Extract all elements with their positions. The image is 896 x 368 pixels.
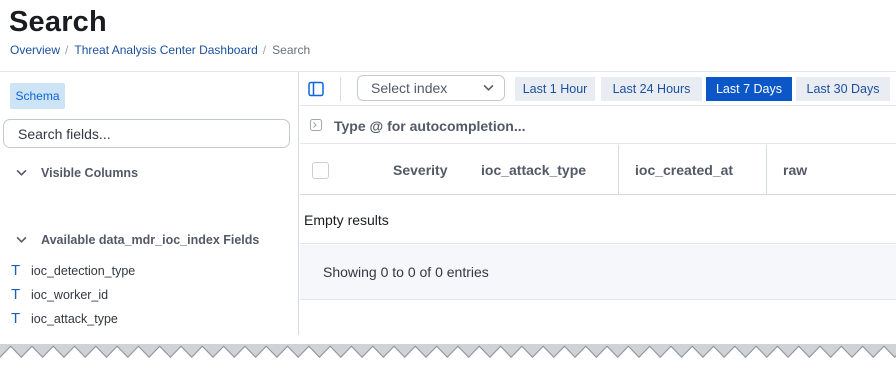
column-header-raw[interactable]: raw [783,145,807,195]
column-header-ioc-attack-type[interactable]: ioc_attack_type [481,145,586,195]
field-item-ioc-attack-type[interactable]: T ioc_attack_type [11,310,118,327]
query-bar [300,107,896,144]
toolbar-divider [340,77,341,101]
time-range-last-24-hours[interactable]: Last 24 Hours [601,77,702,101]
index-select-placeholder: Select index [371,80,448,96]
field-name: ioc_worker_id [31,287,109,302]
schema-tab[interactable]: Schema [10,83,65,109]
available-fields-label: Available data_mdr_ioc_index Fields [41,233,260,247]
table-footer-entries: Showing 0 to 0 of 0 entries [300,245,896,300]
column-header-ioc-created-at[interactable]: ioc_created_at [635,145,733,195]
breadcrumb-threat-analysis-center-dashboard[interactable]: Threat Analysis Center Dashboard [74,43,257,57]
time-range-last-1-hour[interactable]: Last 1 Hour [515,77,595,101]
console-prompt-icon [310,119,322,131]
breadcrumb-current-search: Search [272,43,311,57]
torn-edge-divider [0,344,896,368]
schema-sidebar: Schema Visible Columns Available data_md… [0,72,299,335]
chevron-down-icon [483,85,494,91]
empty-results-message: Empty results [300,196,896,244]
visible-columns-toggle[interactable]: Visible Columns [16,166,138,180]
field-item-ioc-worker-id[interactable]: T ioc_worker_id [11,286,108,303]
text-type-icon: T [11,286,21,303]
page-title: Search [9,6,107,38]
sidebar-toggle-icon[interactable] [308,81,324,97]
table-header: Severity ioc_attack_type ioc_created_at … [300,145,896,195]
results-panel: Select index Last 1 Hour Last 24 Hours L… [300,72,896,335]
search-toolbar: Select index Last 1 Hour Last 24 Hours L… [300,72,896,106]
time-range-last-7-days[interactable]: Last 7 Days [706,77,792,101]
breadcrumb: Overview / Threat Analysis Center Dashbo… [10,43,310,57]
field-name: ioc_detection_type [31,263,136,278]
text-type-icon: T [11,262,21,279]
breadcrumb-separator: / [262,43,267,57]
available-fields-toggle[interactable]: Available data_mdr_ioc_index Fields [16,233,259,247]
breadcrumb-overview[interactable]: Overview [10,43,60,57]
column-header-severity[interactable]: Severity [393,145,447,195]
search-fields-input[interactable] [3,119,290,148]
chevron-down-icon [16,237,27,243]
column-divider [766,145,767,195]
search-layout: Schema Visible Columns Available data_md… [0,71,896,335]
text-type-icon: T [11,310,21,327]
time-range-last-30-days[interactable]: Last 30 Days [796,77,890,101]
field-name: ioc_attack_type [31,311,118,326]
visible-columns-label: Visible Columns [41,166,139,180]
column-divider [618,145,619,195]
field-item-ioc-detection-type[interactable]: T ioc_detection_type [11,262,135,279]
breadcrumb-separator: / [65,43,69,57]
select-all-checkbox[interactable] [312,162,329,179]
query-input[interactable] [334,115,874,137]
index-select[interactable]: Select index [357,75,505,101]
chevron-down-icon [16,170,27,176]
